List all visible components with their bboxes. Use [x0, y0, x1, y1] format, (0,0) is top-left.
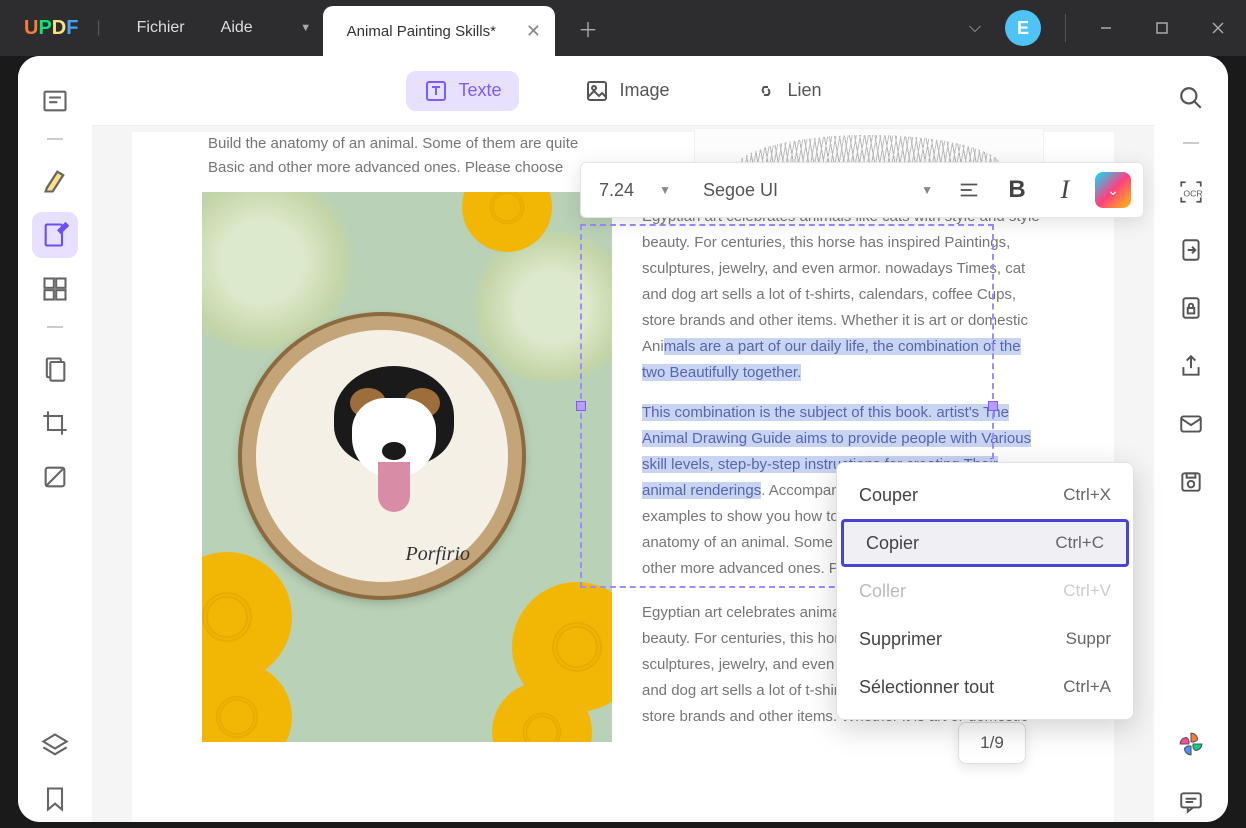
chevron-down-icon: ▼ [921, 183, 933, 197]
context-menu-delete[interactable]: Supprimer Suppr [837, 615, 1133, 663]
text-format-bar: 7.24 ▼ Segoe UI ▼ B I ⌄ [580, 162, 1144, 218]
titlebar: UPDF | Fichier Aide ▼ Animal Painting Sk… [0, 0, 1246, 56]
resize-handle-right[interactable] [988, 401, 998, 411]
page-indicator[interactable]: 1/9 [958, 722, 1026, 764]
context-menu-copy[interactable]: Copier Ctrl+C [841, 519, 1129, 567]
resize-handle-left[interactable] [576, 401, 586, 411]
context-menu-cut[interactable]: Couper Ctrl+X [837, 471, 1133, 519]
tool-text[interactable]: Texte [406, 71, 519, 111]
chevron-down-icon: ▼ [659, 183, 671, 197]
layers-button[interactable] [32, 722, 78, 768]
context-menu-paste: Coller Ctrl+V [837, 567, 1133, 615]
left-sidebar [18, 56, 92, 822]
context-menu: Couper Ctrl+X Copier Ctrl+C Coller Ctrl+… [836, 462, 1134, 720]
reader-mode-button[interactable] [32, 78, 78, 124]
tool-image[interactable]: Image [567, 71, 687, 111]
tab-title: Animal Painting Skills* [347, 23, 496, 40]
separator [1065, 14, 1066, 42]
tool-image-label: Image [619, 80, 669, 101]
save-button[interactable] [1171, 462, 1211, 502]
chevron-down-icon: ⌄ [1107, 182, 1119, 199]
chevron-down-icon[interactable]: ⌵ [969, 19, 981, 37]
convert-button[interactable] [1171, 230, 1211, 270]
tab-close-icon[interactable]: ✕ [526, 21, 541, 42]
edit-toolbar: Texte Image Lien [92, 56, 1154, 126]
ai-assistant-button[interactable] [1171, 724, 1211, 764]
close-button[interactable] [1202, 12, 1234, 44]
svg-text:OCR: OCR [1183, 188, 1202, 198]
ocr-button[interactable]: OCR [1171, 172, 1211, 212]
separator [47, 326, 63, 328]
tab-list-dropdown[interactable]: ▼ [289, 8, 323, 48]
pages-tool-button[interactable] [32, 266, 78, 312]
redact-tool-button[interactable] [32, 454, 78, 500]
tab-document[interactable]: Animal Painting Skills* ✕ [323, 6, 555, 56]
new-tab-button[interactable]: ＋ [569, 9, 607, 47]
minimize-button[interactable] [1090, 12, 1122, 44]
bold-button[interactable]: B [995, 168, 1039, 212]
menu-help[interactable]: Aide [203, 19, 271, 37]
separator: | [96, 19, 100, 37]
tool-link[interactable]: Lien [736, 71, 840, 111]
edit-tool-button[interactable] [32, 212, 78, 258]
highlight-tool-button[interactable] [32, 158, 78, 204]
user-avatar[interactable]: E [1005, 10, 1041, 46]
comment-button[interactable] [1171, 782, 1211, 822]
italic-button[interactable]: I [1043, 168, 1087, 212]
signature-text: Porfirio [406, 543, 470, 566]
crop-tool-button[interactable] [32, 400, 78, 446]
tab-area: ▼ Animal Painting Skills* ✕ ＋ [289, 0, 607, 56]
search-button[interactable] [1171, 78, 1211, 118]
menu-file[interactable]: Fichier [119, 19, 203, 37]
align-button[interactable] [947, 168, 991, 212]
protect-button[interactable] [1171, 288, 1211, 328]
tool-link-label: Lien [788, 80, 822, 101]
bookmark-button[interactable] [32, 776, 78, 822]
separator [47, 138, 63, 140]
titlebar-right: ⌵ E [969, 10, 1246, 46]
organize-tool-button[interactable] [32, 346, 78, 392]
font-family-selector[interactable]: Segoe UI ▼ [685, 170, 943, 210]
maximize-button[interactable] [1146, 12, 1178, 44]
right-sidebar: OCR [1154, 56, 1228, 822]
color-button[interactable]: ⌄ [1091, 168, 1135, 212]
context-menu-select-all[interactable]: Sélectionner tout Ctrl+A [837, 663, 1133, 711]
app-logo: UPDF [24, 17, 78, 40]
separator [1183, 142, 1199, 144]
embedded-photo[interactable]: Porfirio [202, 192, 612, 742]
email-button[interactable] [1171, 404, 1211, 444]
tool-text-label: Texte [458, 80, 501, 101]
font-family-value: Segoe UI [703, 180, 778, 201]
share-button[interactable] [1171, 346, 1211, 386]
font-size-selector[interactable]: 7.24 ▼ [589, 170, 681, 210]
font-size-value: 7.24 [599, 180, 634, 201]
